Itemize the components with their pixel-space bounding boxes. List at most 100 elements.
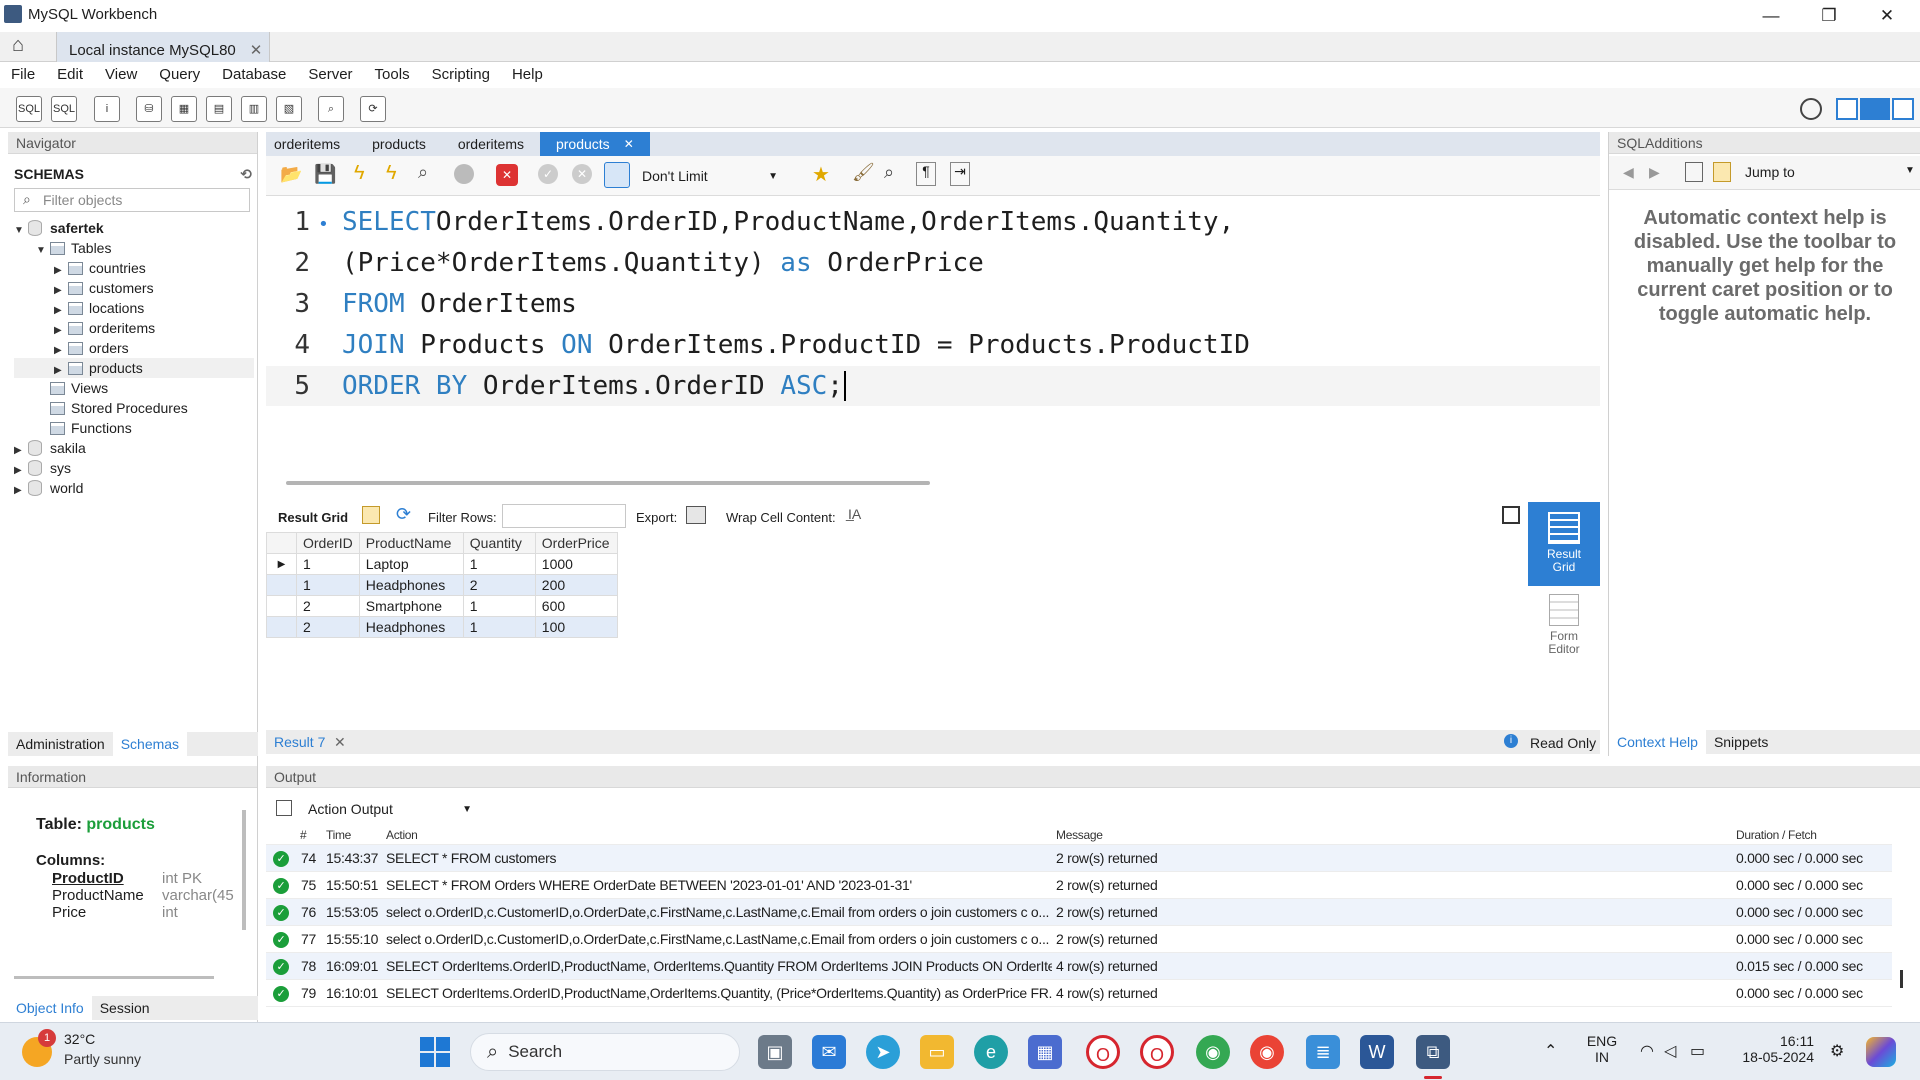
close-tab-icon[interactable]: ✕ bbox=[250, 41, 263, 59]
limit-rows-select[interactable]: Don't Limit ▼ bbox=[642, 164, 778, 188]
column-header-orderid[interactable]: OrderID bbox=[296, 532, 360, 554]
menu-scripting[interactable]: Scripting bbox=[432, 63, 490, 87]
open-sql-file-icon[interactable]: SQL bbox=[51, 96, 77, 122]
jump-to-select[interactable]: Jump to bbox=[1745, 164, 1795, 180]
grid-cell[interactable]: Headphones bbox=[358, 616, 464, 638]
schema-sakila[interactable]: ▶ sakila bbox=[14, 438, 254, 458]
info-scrollbar[interactable] bbox=[242, 810, 246, 930]
grid-cell[interactable]: 1 bbox=[462, 553, 536, 575]
output-column-header[interactable]: Duration / Fetch bbox=[1732, 826, 1892, 845]
menu-view[interactable]: View bbox=[105, 63, 137, 87]
collapse-arrow-icon[interactable]: ▼ bbox=[14, 221, 28, 241]
output-row[interactable]: ✓ 74 15:43:37 SELECT * FROM customers 2 row(… bbox=[266, 844, 1892, 872]
column-header-orderprice[interactable]: OrderPrice bbox=[534, 532, 618, 554]
notification-settings-icon[interactable]: ⚙ bbox=[1830, 1041, 1844, 1061]
toggle-panel-icon[interactable] bbox=[1502, 506, 1520, 524]
tables-folder[interactable]: ▼ Tables bbox=[14, 238, 254, 258]
output-scrollbar[interactable] bbox=[1900, 970, 1903, 988]
auto-help-icon[interactable] bbox=[1713, 162, 1731, 182]
opera-gx-icon[interactable]: O bbox=[1140, 1035, 1174, 1069]
schema-world[interactable]: ▶ world bbox=[14, 478, 254, 498]
stop-icon[interactable] bbox=[454, 164, 474, 184]
word-wrap-icon[interactable]: ⇥ bbox=[950, 162, 970, 186]
settings-icon[interactable] bbox=[1800, 98, 1822, 120]
tab-context-help[interactable]: Context Help bbox=[1609, 730, 1706, 754]
table-row[interactable]: 2 Headphones 1 100 bbox=[266, 616, 618, 638]
manual-help-icon[interactable] bbox=[1685, 162, 1703, 182]
toggle-error-icon[interactable]: ✕ bbox=[496, 164, 518, 186]
rollback-icon[interactable]: ✕ bbox=[572, 164, 592, 184]
tab-session[interactable]: Session bbox=[92, 1000, 158, 1016]
sql-editor[interactable]: 1 • SELECTOrderItems.OrderID,ProductName,O… bbox=[266, 196, 1600, 470]
create-table-icon[interactable]: ▦ bbox=[171, 96, 197, 122]
grid-cell[interactable]: 600 bbox=[534, 595, 618, 617]
grid-cell[interactable]: 2 bbox=[296, 616, 360, 638]
opera-icon[interactable]: O bbox=[1086, 1035, 1120, 1069]
save-icon[interactable]: 💾 bbox=[314, 164, 336, 185]
menu-tools[interactable]: Tools bbox=[375, 63, 410, 87]
create-procedure-icon[interactable]: ▥ bbox=[241, 96, 267, 122]
refresh-icon[interactable]: ⟳ bbox=[396, 504, 411, 525]
execute-icon[interactable]: ϟ bbox=[354, 162, 365, 185]
close-tab-icon[interactable]: ✕ bbox=[624, 137, 634, 151]
inspector-icon[interactable]: i bbox=[94, 96, 120, 122]
copy-icon[interactable] bbox=[276, 800, 292, 816]
execute-current-icon[interactable]: ϟ bbox=[386, 162, 397, 185]
close-result-tab-icon[interactable]: ✕ bbox=[334, 734, 346, 751]
autocommit-icon[interactable] bbox=[604, 162, 630, 188]
table-item-products[interactable]: ▶ products bbox=[14, 358, 254, 378]
battery-icon[interactable]: ▭ bbox=[1690, 1041, 1705, 1061]
editor-tab-products[interactable]: products bbox=[356, 132, 442, 156]
result-grid[interactable]: OrderID ProductName Quantity OrderPrice ▶ 1 L… bbox=[266, 532, 618, 638]
home-icon[interactable]: ⌂ bbox=[12, 34, 44, 60]
table-item-customers[interactable]: ▶ customers bbox=[14, 278, 254, 298]
mail-icon[interactable]: ✉ bbox=[812, 1035, 846, 1069]
tray-chevron-icon[interactable]: ⌃ bbox=[1544, 1041, 1557, 1061]
column-header-quantity[interactable]: Quantity bbox=[462, 532, 536, 554]
store-icon[interactable]: ▦ bbox=[1028, 1035, 1062, 1069]
word-icon[interactable]: W bbox=[1360, 1035, 1394, 1069]
column-header-productname[interactable]: ProductName bbox=[358, 532, 464, 554]
info-hscrollbar[interactable] bbox=[14, 976, 214, 979]
wrap-icon[interactable]: I̲A bbox=[848, 506, 861, 522]
output-row[interactable]: ✓ 77 15:55:10 select o.OrderID,c.CustomerID… bbox=[266, 925, 1892, 953]
grid-cell[interactable]: 1 bbox=[462, 595, 536, 617]
forward-icon[interactable]: ▶ bbox=[1649, 164, 1660, 181]
menu-query[interactable]: Query bbox=[159, 63, 200, 87]
output-column-header[interactable]: # bbox=[296, 826, 322, 845]
copilot-icon[interactable] bbox=[1866, 1037, 1896, 1067]
new-sql-tab-icon[interactable]: SQL bbox=[16, 96, 42, 122]
grid-cell[interactable]: Headphones bbox=[358, 574, 464, 596]
toggle-sidebar-icon[interactable] bbox=[1836, 98, 1858, 120]
edge-icon[interactable]: e bbox=[974, 1035, 1008, 1069]
output-column-header[interactable]: Time bbox=[322, 826, 382, 845]
schema-sys[interactable]: ▶ sys bbox=[14, 458, 254, 478]
grid-cell[interactable]: 200 bbox=[534, 574, 618, 596]
output-column-header[interactable]: Action bbox=[382, 826, 1052, 845]
output-row[interactable]: ✓ 75 15:50:51 SELECT * FROM Orders WHERE Or… bbox=[266, 871, 1892, 899]
output-row[interactable]: ✓ 79 16:10:01 SELECT OrderItems.OrderID,Pro… bbox=[266, 979, 1892, 1007]
grid-cell[interactable]: 2 bbox=[296, 595, 360, 617]
minimize-icon[interactable]: — bbox=[1742, 0, 1800, 32]
grid-cell[interactable]: Smartphone bbox=[358, 595, 464, 617]
reconnect-icon[interactable]: ⟳ bbox=[360, 96, 386, 122]
output-mode-select[interactable]: Action Output ▼ bbox=[302, 798, 472, 820]
output-column-header[interactable]: Message bbox=[1052, 826, 1732, 845]
grid-cell[interactable]: 1 bbox=[462, 616, 536, 638]
menu-server[interactable]: Server bbox=[308, 63, 352, 87]
editor-tab-orderitems[interactable]: orderitems bbox=[266, 132, 356, 156]
table-item-orders[interactable]: ▶ orders bbox=[14, 338, 254, 358]
output-row[interactable]: ✓ 76 15:53:05 select o.OrderID,c.CustomerID… bbox=[266, 898, 1892, 926]
filter-objects-input[interactable]: ⌕ Filter objects bbox=[14, 188, 250, 212]
commit-icon[interactable]: ✓ bbox=[538, 164, 558, 184]
grid-cell[interactable]: 1 bbox=[296, 574, 360, 596]
telegram-icon[interactable]: ➤ bbox=[866, 1035, 900, 1069]
refresh-schemas-icon[interactable]: ⟲ bbox=[240, 166, 252, 183]
chrome-profile-icon[interactable]: ◉ bbox=[1250, 1035, 1284, 1069]
restore-icon[interactable]: ❐ bbox=[1800, 0, 1858, 32]
tab-snippets[interactable]: Snippets bbox=[1706, 734, 1776, 750]
menu-help[interactable]: Help bbox=[512, 63, 543, 87]
find-icon[interactable]: ⌕ bbox=[884, 162, 894, 183]
tab-result-7[interactable]: Result 7 bbox=[274, 734, 325, 750]
editor-tab-orderitems[interactable]: orderitems bbox=[442, 132, 540, 156]
